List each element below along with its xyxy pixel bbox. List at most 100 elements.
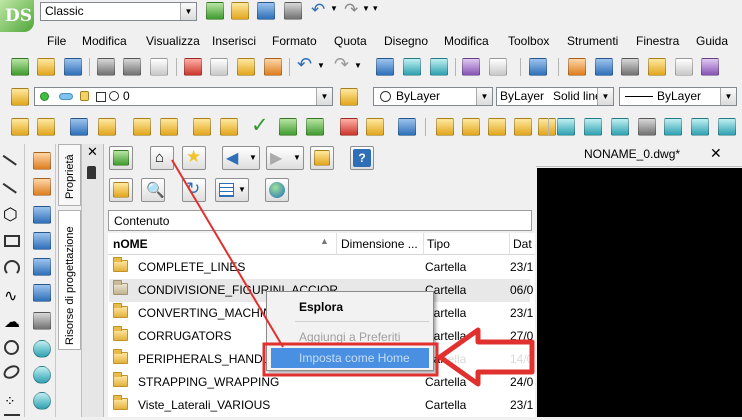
column-header-name[interactable]: nOME: [113, 237, 148, 251]
menu-visualizza[interactable]: Visualizza: [146, 34, 200, 48]
calculator-icon[interactable]: [701, 58, 719, 76]
lineweight-select[interactable]: ByLayer ▼: [619, 87, 737, 106]
layer-off-tool-icon[interactable]: [160, 118, 178, 136]
list-item[interactable]: Viste_Laterali_VARIOUS Cartella 23/1: [109, 394, 533, 417]
dim-arc-icon[interactable]: [33, 284, 51, 302]
list-item[interactable]: STRAPPING_WRAPPING Cartella 24/0: [109, 371, 533, 394]
forward-button[interactable]: ▶ ▼: [266, 146, 304, 170]
menu-guida[interactable]: Guida: [696, 34, 728, 48]
open-file-icon[interactable]: [231, 2, 249, 20]
new-file-icon[interactable]: [206, 2, 224, 20]
paste-original-icon[interactable]: [462, 118, 480, 136]
toolbar-undo-icon[interactable]: ↶: [297, 54, 312, 75]
paste-special-icon[interactable]: [488, 118, 506, 136]
undo-dropdown-icon[interactable]: ▼: [330, 4, 338, 13]
layer-on-icon[interactable]: [40, 92, 49, 101]
pan-icon[interactable]: [376, 58, 394, 76]
model-space-icon[interactable]: [595, 58, 613, 76]
layer-match-icon[interactable]: [279, 118, 297, 136]
snap-diameter-icon[interactable]: [33, 366, 51, 384]
customize-quickbar-icon[interactable]: ▾: [373, 3, 378, 14]
sheet-set-icon[interactable]: [648, 58, 666, 76]
layer-manager-icon[interactable]: [11, 88, 29, 106]
refresh-button[interactable]: ↻: [182, 178, 206, 202]
menu-modifica-2[interactable]: Modifica: [444, 34, 489, 48]
make-current-layer-icon[interactable]: [340, 88, 358, 106]
chevron-down-icon[interactable]: ▼: [180, 3, 196, 20]
arc-icon[interactable]: [4, 260, 20, 276]
menu-modifica[interactable]: Modifica: [82, 34, 127, 48]
layer-translate-icon[interactable]: [398, 118, 416, 136]
layer-isolate-icon[interactable]: [98, 118, 116, 136]
ruler-icon[interactable]: [33, 178, 51, 196]
back-button[interactable]: ◀ ▼: [222, 146, 260, 170]
point-icon[interactable]: ⁘: [4, 392, 22, 410]
layer-lock-tool-icon[interactable]: [193, 118, 211, 136]
menu-finestra[interactable]: Finestra: [636, 34, 679, 48]
layout-icon[interactable]: [568, 58, 586, 76]
snap-node-icon[interactable]: [33, 312, 51, 330]
toolbar-redo-icon[interactable]: ↷: [334, 54, 349, 75]
layer-chevron-down-icon[interactable]: ▼: [316, 88, 332, 105]
layer-state-icon[interactable]: [37, 118, 55, 136]
zoom-window-icon[interactable]: [430, 58, 448, 76]
ray-icon[interactable]: [2, 176, 22, 194]
linetype-chevron-down-icon[interactable]: ▼: [597, 88, 613, 105]
search-button[interactable]: 🔍: [141, 178, 165, 202]
column-header-date[interactable]: Dat: [513, 237, 532, 251]
layer-freeze-icon[interactable]: [59, 93, 73, 100]
layer-color-icon[interactable]: [96, 92, 106, 102]
snap-center-icon[interactable]: [33, 340, 51, 358]
print-preview-icon[interactable]: [150, 58, 168, 76]
cut-icon[interactable]: [184, 58, 202, 76]
color-chevron-down-icon[interactable]: ▼: [476, 88, 492, 105]
redo-icon[interactable]: ↷: [344, 0, 358, 20]
up-button[interactable]: [310, 146, 334, 170]
redo-dropdown-icon[interactable]: ▼: [362, 4, 370, 13]
home-button[interactable]: ⌂: [150, 146, 174, 170]
properties-palette-icon[interactable]: [462, 58, 480, 76]
layer-walk-icon[interactable]: [70, 118, 88, 136]
linetype-select[interactable]: ByLayer Solid line ▼: [496, 87, 614, 106]
copy-link-icon[interactable]: [538, 118, 556, 136]
save-icon[interactable]: [257, 2, 275, 20]
color-select[interactable]: ByLayer ▼: [373, 87, 493, 106]
dim-aligned-icon[interactable]: [33, 232, 51, 250]
dim-ordinate-icon[interactable]: [33, 258, 51, 276]
open-drawing-icon[interactable]: [37, 58, 55, 76]
snap-radius-icon[interactable]: [33, 392, 51, 410]
load-button[interactable]: [109, 146, 133, 170]
layer-plot-icon[interactable]: [109, 91, 119, 101]
undo-icon[interactable]: ↶: [311, 0, 325, 20]
viewports-icon[interactable]: [621, 58, 639, 76]
spline-icon[interactable]: ∿: [4, 288, 22, 306]
layer-merge-icon[interactable]: [366, 118, 384, 136]
help-button[interactable]: ?: [350, 146, 374, 170]
favorites-button[interactable]: ★: [182, 146, 206, 170]
match-properties-icon[interactable]: [264, 58, 282, 76]
dim-linear-icon[interactable]: [33, 206, 51, 224]
circle-icon[interactable]: [4, 340, 19, 355]
paste-block-icon[interactable]: [436, 118, 454, 136]
menu-formato[interactable]: Formato: [272, 34, 317, 48]
layer-prev-icon[interactable]: [11, 118, 29, 136]
drawing-canvas[interactable]: [537, 168, 742, 417]
layer-change-icon[interactable]: [306, 118, 324, 136]
save-drawing-icon[interactable]: [64, 58, 82, 76]
paste-icon[interactable]: [237, 58, 255, 76]
lineweight-chevron-down-icon[interactable]: ▼: [720, 88, 736, 105]
menu-inserisci[interactable]: Inserisci: [212, 34, 256, 48]
zoom-in-icon[interactable]: [691, 118, 709, 136]
edit-pencil-icon[interactable]: [33, 152, 51, 170]
refresh-icon[interactable]: [529, 58, 547, 76]
zoom-out-icon[interactable]: [718, 118, 736, 136]
zoom-center-icon[interactable]: [638, 118, 656, 136]
list-item[interactable]: COMPLETE_LINES Cartella 23/1: [109, 256, 533, 279]
menu-toolbox[interactable]: Toolbox: [508, 34, 549, 48]
polygon-icon[interactable]: ⬡: [3, 206, 21, 224]
revcloud-icon[interactable]: ☁: [4, 314, 22, 332]
menu-disegno[interactable]: Disegno: [384, 34, 428, 48]
ellipse-icon[interactable]: [1, 362, 22, 382]
menu-strumenti[interactable]: Strumenti: [567, 34, 618, 48]
rectangle-icon[interactable]: [4, 235, 20, 247]
